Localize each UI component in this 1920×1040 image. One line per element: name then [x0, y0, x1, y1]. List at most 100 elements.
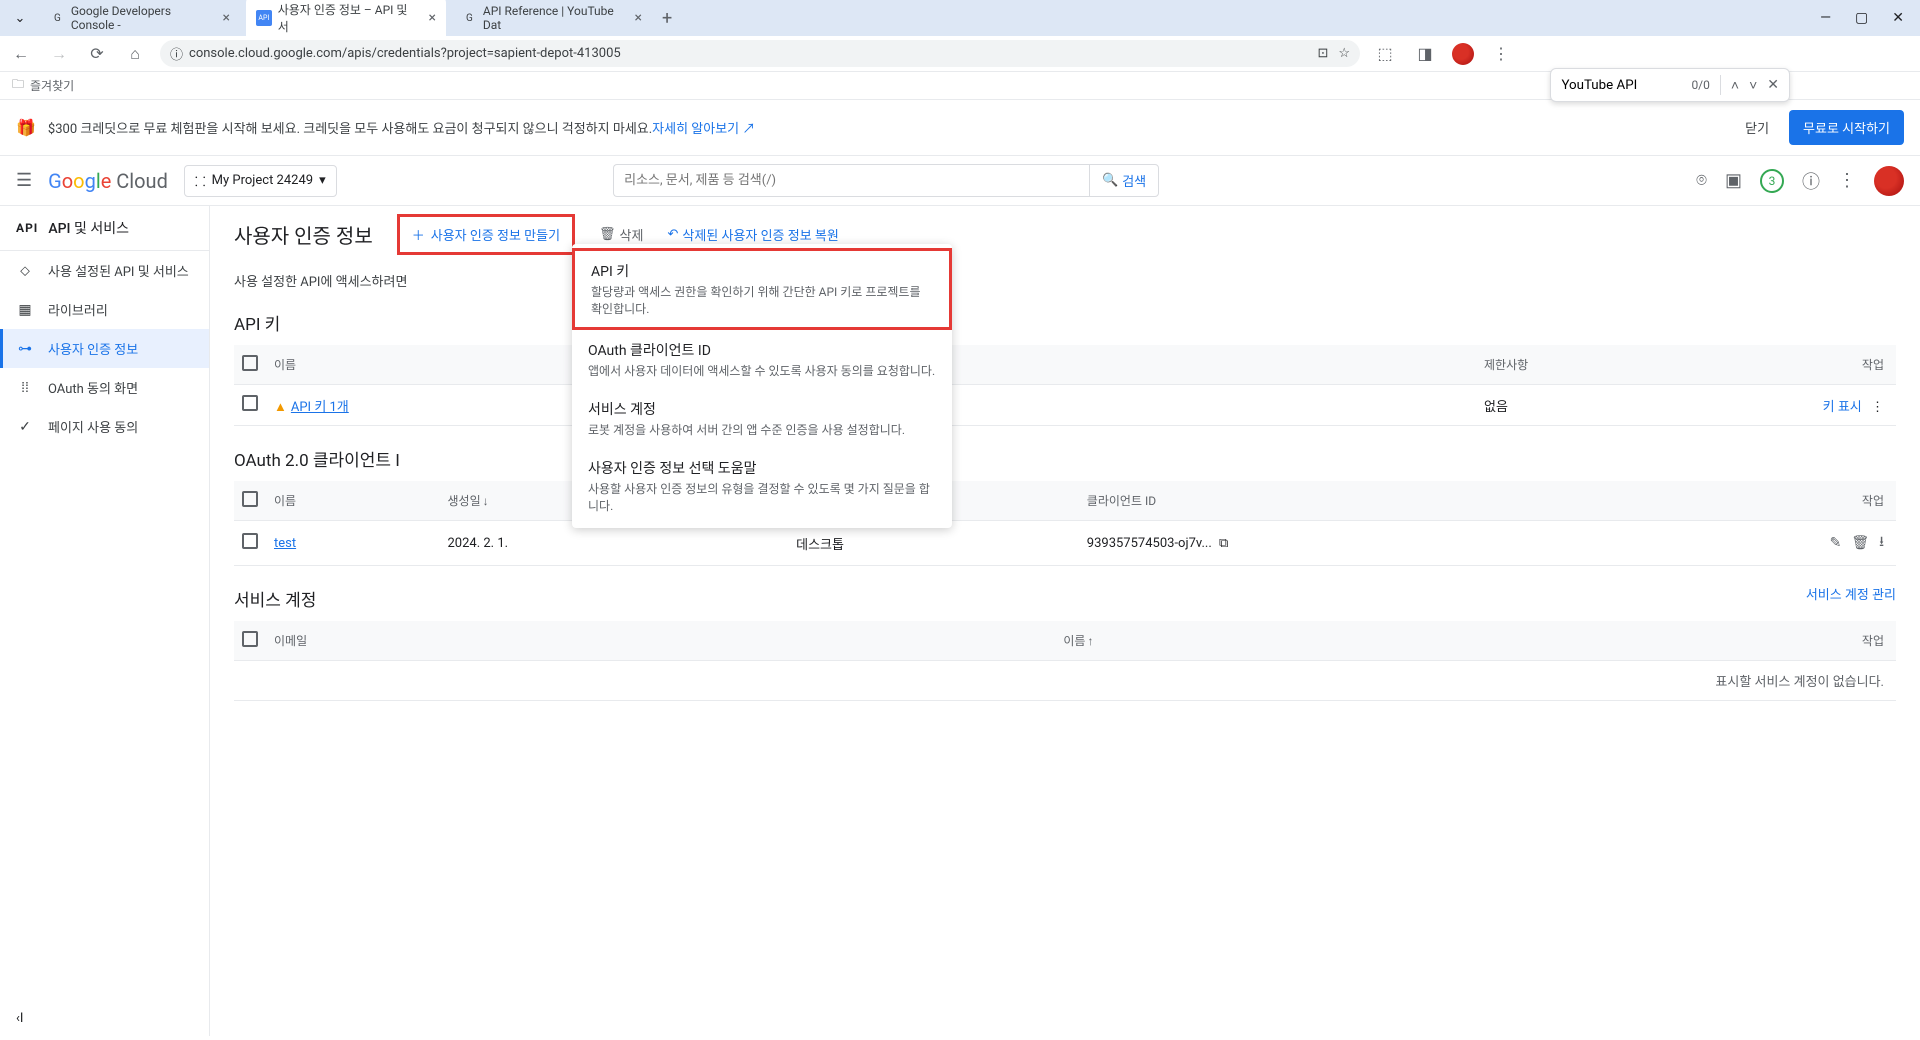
- minimize-icon[interactable]: —: [1820, 10, 1831, 26]
- table-row: ▲API 키 1개 없음 키 표시 ⋮: [234, 385, 1896, 426]
- checkbox[interactable]: [242, 395, 258, 411]
- project-picker[interactable]: ⸬ My Project 24249 ▾: [184, 165, 337, 197]
- close-icon[interactable]: ×: [635, 10, 642, 26]
- create-credentials-dropdown: API 키 할당량과 액세스 권한을 확인하기 위해 간단한 API 키로 프로…: [572, 244, 952, 528]
- dropdown-item-help-choose[interactable]: 사용자 인증 정보 선택 도움말 사용할 사용자 인증 정보의 유형을 결정할 …: [572, 448, 952, 524]
- browser-tab-active[interactable]: API 사용자 인증 정보 – API 및 서 ×: [246, 0, 446, 41]
- promo-learn-more-link[interactable]: 자세히 알아보기 ↗: [652, 118, 755, 137]
- promo-text: $300 크레딧으로 무료 체험판을 시작해 보세요. 크레딧을 모두 사용해도…: [48, 118, 652, 137]
- library-icon: ▦: [16, 302, 34, 318]
- extensions-icon[interactable]: ⬚: [1372, 41, 1398, 67]
- oauth-client-link[interactable]: test: [274, 536, 296, 551]
- close-icon[interactable]: ×: [223, 10, 230, 26]
- col-client-id[interactable]: 클라이언트 ID: [1079, 481, 1796, 521]
- checkbox-all[interactable]: [242, 491, 258, 507]
- sidebar-item-label: 페이지 사용 동의: [48, 417, 138, 436]
- sidebar-item-page-usage[interactable]: ✓ 페이지 사용 동의: [0, 407, 209, 446]
- browser-menu-icon[interactable]: ⋮: [1488, 41, 1514, 67]
- reload-icon[interactable]: ⟳: [84, 41, 110, 67]
- nav-menu-icon[interactable]: ☰: [16, 170, 32, 191]
- service-accounts-table: 이메일 이름↑ 작업 표시할 서비스 계정이 없습니다.: [234, 621, 1896, 701]
- help-icon[interactable]: ⓘ: [1802, 168, 1820, 194]
- browser-tab[interactable]: G Google Developers Console - ×: [40, 0, 240, 38]
- close-icon[interactable]: ×: [429, 10, 436, 26]
- main-layout: API API 및 서비스 ⬦ 사용 설정된 API 및 서비스 ▦ 라이브러리…: [0, 206, 1920, 1036]
- sidebar-item-label: OAuth 동의 화면: [48, 378, 138, 397]
- profile-avatar[interactable]: [1452, 43, 1474, 65]
- find-prev-icon[interactable]: ˄: [1731, 77, 1739, 94]
- manage-service-accounts-link[interactable]: 서비스 계정 관리: [1806, 584, 1896, 603]
- tab-list-dropdown[interactable]: ⌄: [8, 6, 32, 30]
- plus-icon: ＋: [412, 225, 425, 244]
- google-cloud-logo[interactable]: Google Cloud: [48, 169, 168, 193]
- delete-icon[interactable]: 🗑: [1851, 535, 1869, 551]
- checkbox-all[interactable]: [242, 631, 258, 647]
- browser-tab[interactable]: G API Reference | YouTube Dat ×: [452, 0, 652, 38]
- notifications-icon[interactable]: ▣: [1725, 170, 1742, 191]
- section-title-oauth: OAuth 2.0 클라이언트 I: [234, 446, 1896, 471]
- new-tab-button[interactable]: +: [662, 8, 672, 29]
- address-bar[interactable]: ⓘ console.cloud.google.com/apis/credenti…: [160, 40, 1360, 67]
- api-favicon: API: [256, 10, 272, 26]
- search-input[interactable]: [613, 164, 1089, 197]
- back-icon[interactable]: ←: [8, 41, 34, 67]
- more-icon[interactable]: ⋮: [1838, 170, 1856, 191]
- create-credentials-button[interactable]: ＋ 사용자 인증 정보 만들기: [402, 219, 570, 250]
- dropdown-item-service-account[interactable]: 서비스 계정 로봇 계정을 사용하여 서버 간의 앱 수준 인증을 사용 설정합…: [572, 389, 952, 448]
- sidebar-item-credentials[interactable]: ⊶ 사용자 인증 정보: [0, 329, 209, 368]
- col-name[interactable]: 이름↑: [1055, 621, 1796, 661]
- tab-title: 사용자 인증 정보 – API 및 서: [278, 1, 419, 35]
- trial-badge[interactable]: 3: [1760, 169, 1784, 193]
- page-title: 사용자 인증 정보: [234, 220, 373, 249]
- cloud-shell-icon[interactable]: ⌾: [1696, 170, 1707, 191]
- checkbox[interactable]: [242, 533, 258, 549]
- home-icon[interactable]: ⌂: [122, 41, 148, 67]
- find-close-icon[interactable]: ✕: [1767, 77, 1779, 93]
- account-avatar[interactable]: [1874, 166, 1904, 196]
- edit-icon[interactable]: ✎: [1830, 535, 1842, 551]
- find-next-icon[interactable]: ˅: [1749, 77, 1757, 94]
- promo-dismiss-button[interactable]: 닫기: [1737, 112, 1777, 143]
- window-controls: — ▢ ✕: [1820, 10, 1912, 26]
- show-key-link[interactable]: 키 표시: [1823, 400, 1862, 415]
- sidebar-title: API API 및 서비스: [0, 206, 209, 251]
- page-header: 사용자 인증 정보 ＋ 사용자 인증 정보 만들기 🗑 삭제 ↶ 삭제된 사용자…: [234, 214, 1896, 255]
- google-favicon: G: [50, 10, 65, 26]
- translate-icon[interactable]: ⊡: [1317, 46, 1328, 61]
- find-in-page-bar: 0/0 ˄ ˅ ✕: [1550, 68, 1790, 102]
- browser-nav-bar: ← → ⟳ ⌂ ⓘ console.cloud.google.com/apis/…: [0, 36, 1920, 72]
- restore-button[interactable]: ↶ 삭제된 사용자 인증 정보 복원: [667, 225, 838, 244]
- delete-button[interactable]: 🗑 삭제: [599, 225, 643, 244]
- browser-tab-strip: ⌄ G Google Developers Console - × API 사용…: [0, 0, 1920, 36]
- col-name[interactable]: 이름: [266, 481, 440, 521]
- col-email[interactable]: 이메일: [266, 621, 1055, 661]
- sidebar-item-enabled-apis[interactable]: ⬦ 사용 설정된 API 및 서비스: [0, 251, 209, 290]
- bookmark-star-icon[interactable]: ☆: [1338, 46, 1350, 61]
- empty-row: 표시할 서비스 계정이 없습니다.: [234, 661, 1896, 701]
- sidebar-item-library[interactable]: ▦ 라이브러리: [0, 290, 209, 329]
- consent-icon: ⁞⁞: [16, 379, 34, 396]
- bookmark-folder[interactable]: 즐겨찾기: [30, 77, 74, 94]
- site-info-icon[interactable]: ⓘ: [170, 44, 183, 63]
- dropdown-item-api-key[interactable]: API 키 할당량과 액세스 권한을 확인하기 위해 간단한 API 키로 프로…: [572, 248, 952, 330]
- find-count: 0/0: [1691, 78, 1709, 92]
- close-window-icon[interactable]: ✕: [1892, 10, 1904, 26]
- sidebar-collapse-button[interactable]: ‹I: [0, 1001, 209, 1036]
- sort-up-icon: ↑: [1087, 634, 1093, 648]
- copy-icon[interactable]: ⧉: [1219, 536, 1228, 551]
- api-key-link[interactable]: API 키 1개: [291, 400, 349, 415]
- google-favicon: G: [462, 10, 477, 26]
- promo-start-free-button[interactable]: 무료로 시작하기: [1789, 110, 1904, 145]
- more-icon[interactable]: ⋮: [1871, 400, 1884, 415]
- maximize-icon[interactable]: ▢: [1855, 10, 1868, 26]
- search-button[interactable]: 🔍 검색: [1089, 164, 1159, 197]
- download-icon[interactable]: ⭳: [1879, 531, 1884, 555]
- forward-icon[interactable]: →: [46, 41, 72, 67]
- sidebar-item-oauth-consent[interactable]: ⁞⁞ OAuth 동의 화면: [0, 368, 209, 407]
- sidebar-item-label: 사용자 인증 정보: [48, 339, 138, 358]
- col-restrictions[interactable]: 제한사항: [1476, 345, 1776, 385]
- dropdown-item-oauth-client[interactable]: OAuth 클라이언트 ID 앱에서 사용자 데이터에 액세스할 수 있도록 사…: [572, 330, 952, 389]
- checkbox-all[interactable]: [242, 355, 258, 371]
- find-input[interactable]: [1561, 78, 1681, 93]
- side-panel-icon[interactable]: ◨: [1412, 41, 1438, 67]
